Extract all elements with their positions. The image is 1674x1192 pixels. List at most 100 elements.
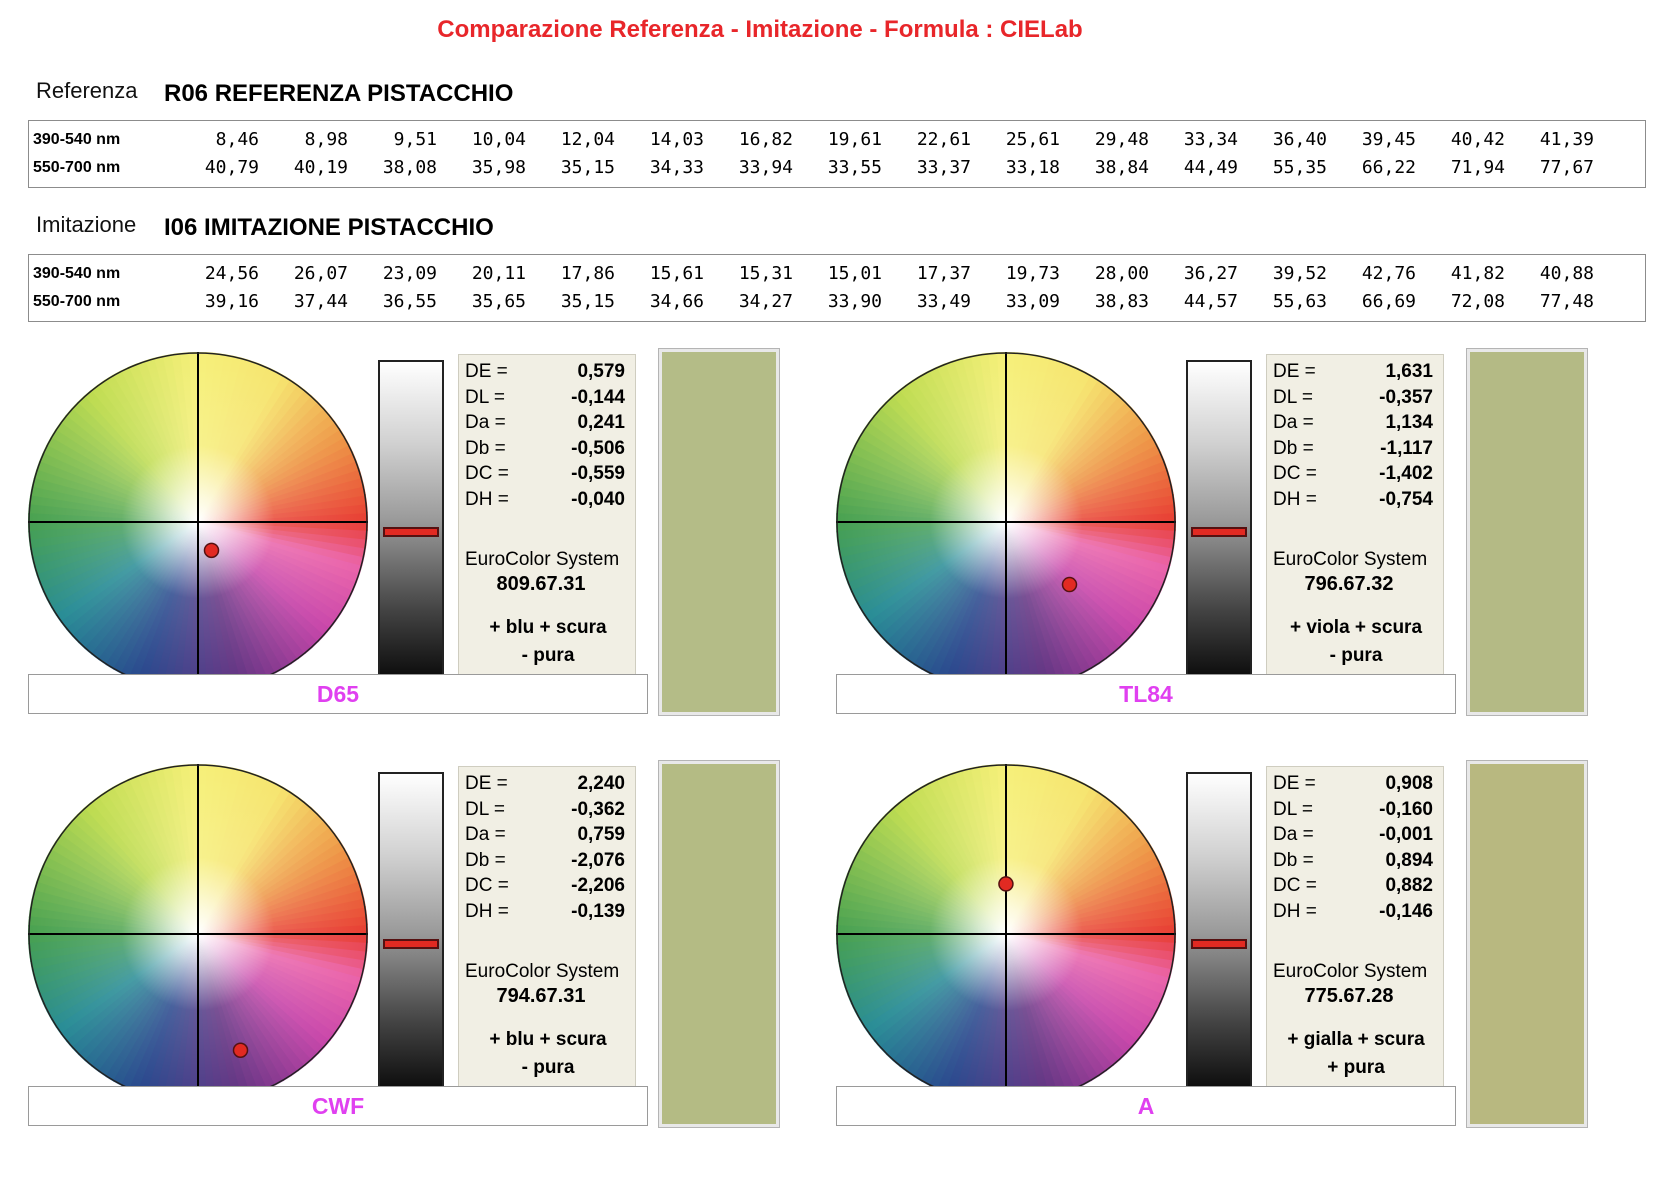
metric-value: 2,240 [577,773,625,794]
metric-label: DC = [465,875,509,896]
referenza-name: R06 REFERENZA PISTACCHIO [164,80,514,107]
metric-row: Db = -1,117 [1267,438,1443,462]
metric-label: DH = [1273,900,1317,922]
spectra-value: 17,86 [560,263,615,284]
spectra-value: 19,61 [827,129,882,150]
metric-row: DL = -0,362 [459,799,635,823]
spectra-value: 22,61 [916,129,971,150]
spectra-value: 34,66 [649,291,704,312]
illuminant-panel-tl84: DE = 1,631 DL = -0,357 Da = 1,134 Db = -1,117 DC… [836,348,1616,752]
metric-label: DC = [465,463,509,484]
metric-label: DL = [465,386,505,408]
metric-row: DL = -0,144 [459,387,635,411]
metric-label: Da = [1273,412,1314,433]
metric-row: Da = -0,001 [1267,824,1443,848]
metric-label: DE = [465,773,508,794]
metric-label: Db = [465,849,506,871]
color-swatch-fill [1470,352,1584,712]
referenza-label: Referenza [36,78,138,103]
spectra-value: 33,94 [738,157,793,178]
imitazione-name: I06 IMITAZIONE PISTACCHIO [164,214,494,241]
spectra-value: 36,27 [1183,263,1238,284]
spectra-value: 35,15 [560,157,615,178]
metric-label: DC = [1273,463,1317,484]
imitazione-label: Imitazione [36,212,137,237]
spectra-value: 35,65 [471,291,526,312]
spectra-value: 20,11 [471,263,526,284]
metric-label: DC = [1273,875,1317,896]
eurocolor-system-code: 794.67.31 [496,985,586,1007]
metric-value: -0,357 [1379,386,1433,408]
spectra-value: 29,48 [1094,129,1149,150]
lightness-marker [383,938,439,949]
metric-label: Db = [465,437,506,459]
spectra-value: 40,19 [293,157,348,178]
spectra-value: 37,44 [293,291,348,312]
spectra-value: 8,98 [304,129,348,150]
values-box: DE = 0,908 DL = -0,160 Da = -0,001 Db = 0,894 DC… [1266,766,1444,1106]
color-swatch-fill [1470,764,1584,1124]
spectra-value: 19,73 [1005,263,1060,284]
spectra-value: 34,27 [738,291,793,312]
spectra-value: 33,49 [916,291,971,312]
spectra-value: 38,08 [382,157,437,178]
deviation-description: + blu + scura [489,617,607,638]
spectra-value: 15,01 [827,263,882,284]
spectra-value: 14,03 [649,129,704,150]
illuminant-label: TL84 [836,674,1456,714]
deviation-description: + gialla + scura [1287,1029,1425,1050]
spectra-value: 72,08 [1450,291,1505,312]
illuminant-label: D65 [28,674,648,714]
metric-row: DE = 0,908 [1267,773,1443,797]
eurocolor-system-label: EuroColor System [465,549,620,570]
spectra-value: 42,76 [1361,263,1416,284]
deviation-dot [232,1042,249,1059]
spectra-value: 33,18 [1005,157,1060,178]
spectra-value: 17,37 [916,263,971,284]
cielab-color-wheel [836,352,1176,692]
deviation-description: + blu + scura [489,1029,607,1050]
color-swatch [1466,348,1588,716]
metric-label: DH = [465,488,509,510]
spectra-value: 36,40 [1272,129,1327,150]
metric-value: -0,160 [1379,798,1433,820]
metric-row: Db = -2,076 [459,850,635,874]
referenza-spectra-table: 390-540 nm 8,46 8,98 9,51 10,04 12,04 14,03 16… [28,120,1646,188]
lightness-bar [378,360,444,694]
purity-description: - pura [521,645,575,666]
metric-label: Db = [1273,849,1314,871]
spectra-value: 34,33 [649,157,704,178]
metric-row: DE = 0,579 [459,361,635,385]
spectra-value: 25,61 [1005,129,1060,150]
spectra-value: 38,84 [1094,157,1149,178]
imitazione-spectra-table: 390-540 nm 24,56 26,07 23,09 20,11 17,86 15,6… [28,254,1646,322]
color-swatch-fill [662,764,776,1124]
metric-value: -0,040 [571,488,625,510]
eurocolor-system-code: 809.67.31 [496,573,586,595]
spectra-value: 44,57 [1183,291,1238,312]
metric-value: -1,117 [1380,437,1433,459]
metric-value: -0,559 [571,463,625,484]
metric-row: Db = 0,894 [1267,850,1443,874]
metric-value: -0,506 [571,437,625,459]
spectra-value: 35,98 [471,157,526,178]
metric-row: DE = 2,240 [459,773,635,797]
metric-value: 1,631 [1385,361,1433,382]
spectra-value: 24,56 [204,263,259,284]
spectra-value: 16,82 [738,129,793,150]
metric-value: -1,402 [1379,463,1433,484]
metric-label: Da = [465,824,506,845]
lightness-marker [1191,526,1247,537]
lightness-marker [1191,938,1247,949]
metric-label: DE = [1273,361,1316,382]
metric-value: 0,241 [577,412,625,433]
eurocolor-system-label: EuroColor System [1273,549,1428,570]
eurocolor-system-code: 775.67.28 [1304,985,1394,1007]
illuminant-label: CWF [28,1086,648,1126]
metric-value: 0,882 [1385,875,1433,896]
spectra-value: 15,61 [649,263,704,284]
values-box: DE = 0,579 DL = -0,144 Da = 0,241 Db = -0,506 DC… [458,354,636,694]
deviation-dot [203,542,220,559]
spectra-value: 77,67 [1539,157,1594,178]
metric-value: -0,146 [1379,900,1433,922]
